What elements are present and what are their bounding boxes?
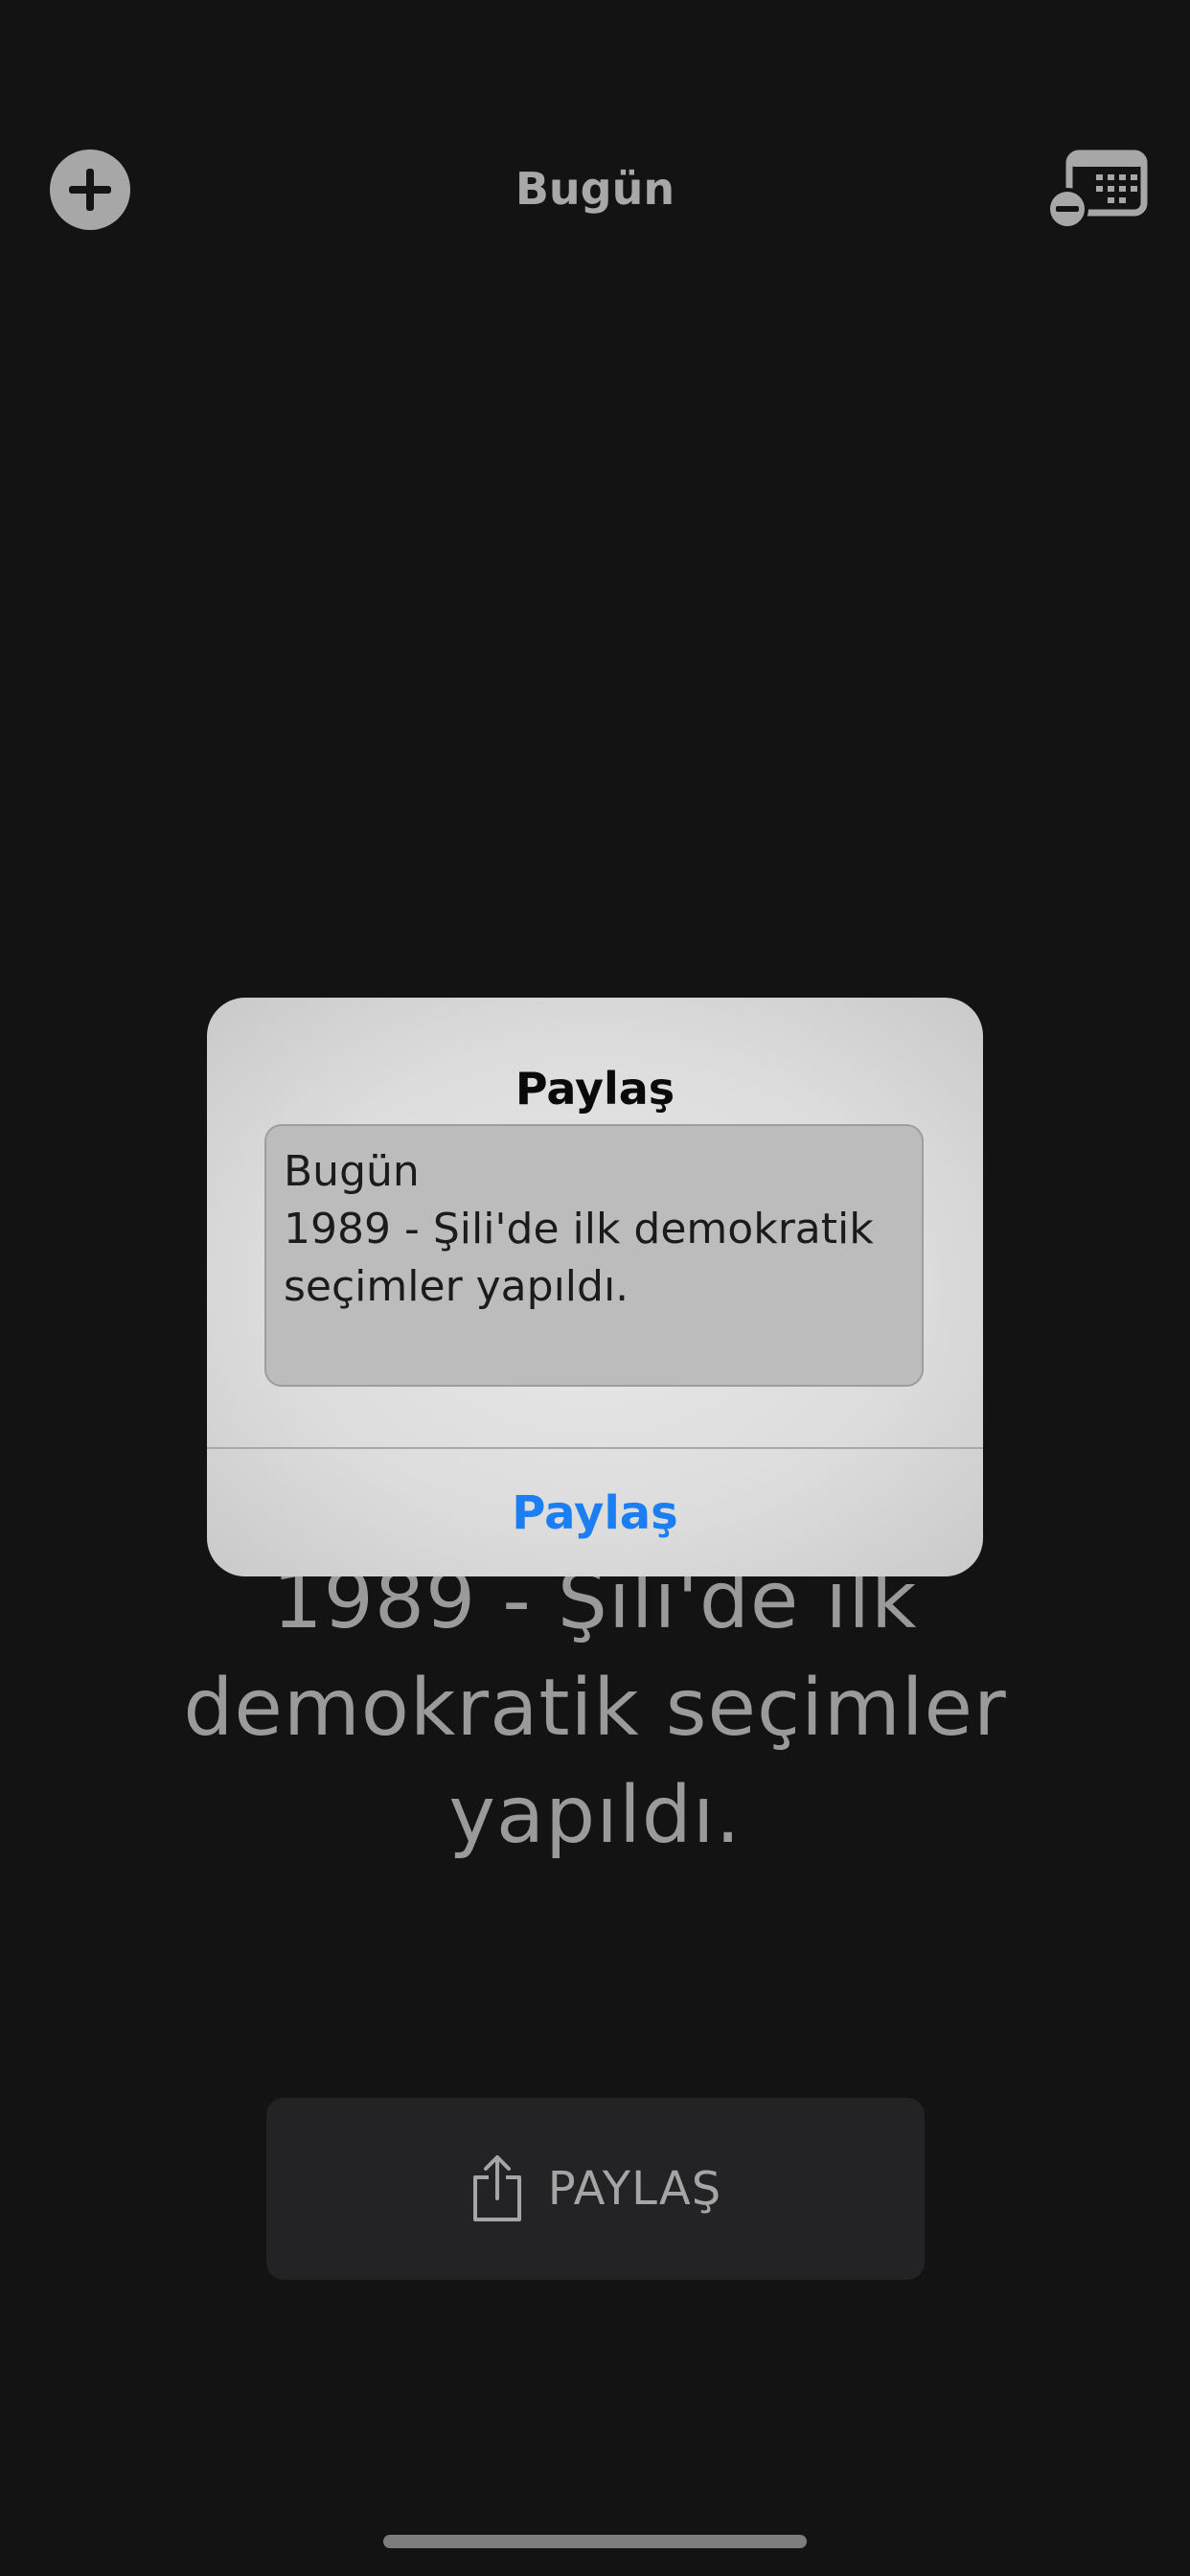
share-text-field[interactable]: Bugün 1989 - Şili'de ilk demokratik seçi… <box>264 1124 924 1387</box>
page-title: Bugün <box>515 163 675 215</box>
calendar-remove-icon <box>1048 150 1148 230</box>
share-alert: Paylaş Bugün 1989 - Şili'de ilk demokrat… <box>207 998 983 1576</box>
app-screen: Bugün 1989 - Şili'de ilk demokratik seçi… <box>0 0 1190 2576</box>
calendar-remove-button[interactable] <box>1048 150 1148 230</box>
share-icon <box>472 2155 521 2221</box>
navigation-bar: Bugün <box>0 115 1190 249</box>
share-button-label: PAYLAŞ <box>547 2162 722 2216</box>
alert-title: Paylaş <box>515 1063 675 1115</box>
alert-share-button[interactable]: Paylaş <box>207 1449 983 1576</box>
share-button[interactable]: PAYLAŞ <box>266 2098 925 2280</box>
home-indicator[interactable] <box>383 2535 807 2548</box>
fact-text: 1989 - Şili'de ilk demokratik seçimler y… <box>183 1555 1007 1861</box>
